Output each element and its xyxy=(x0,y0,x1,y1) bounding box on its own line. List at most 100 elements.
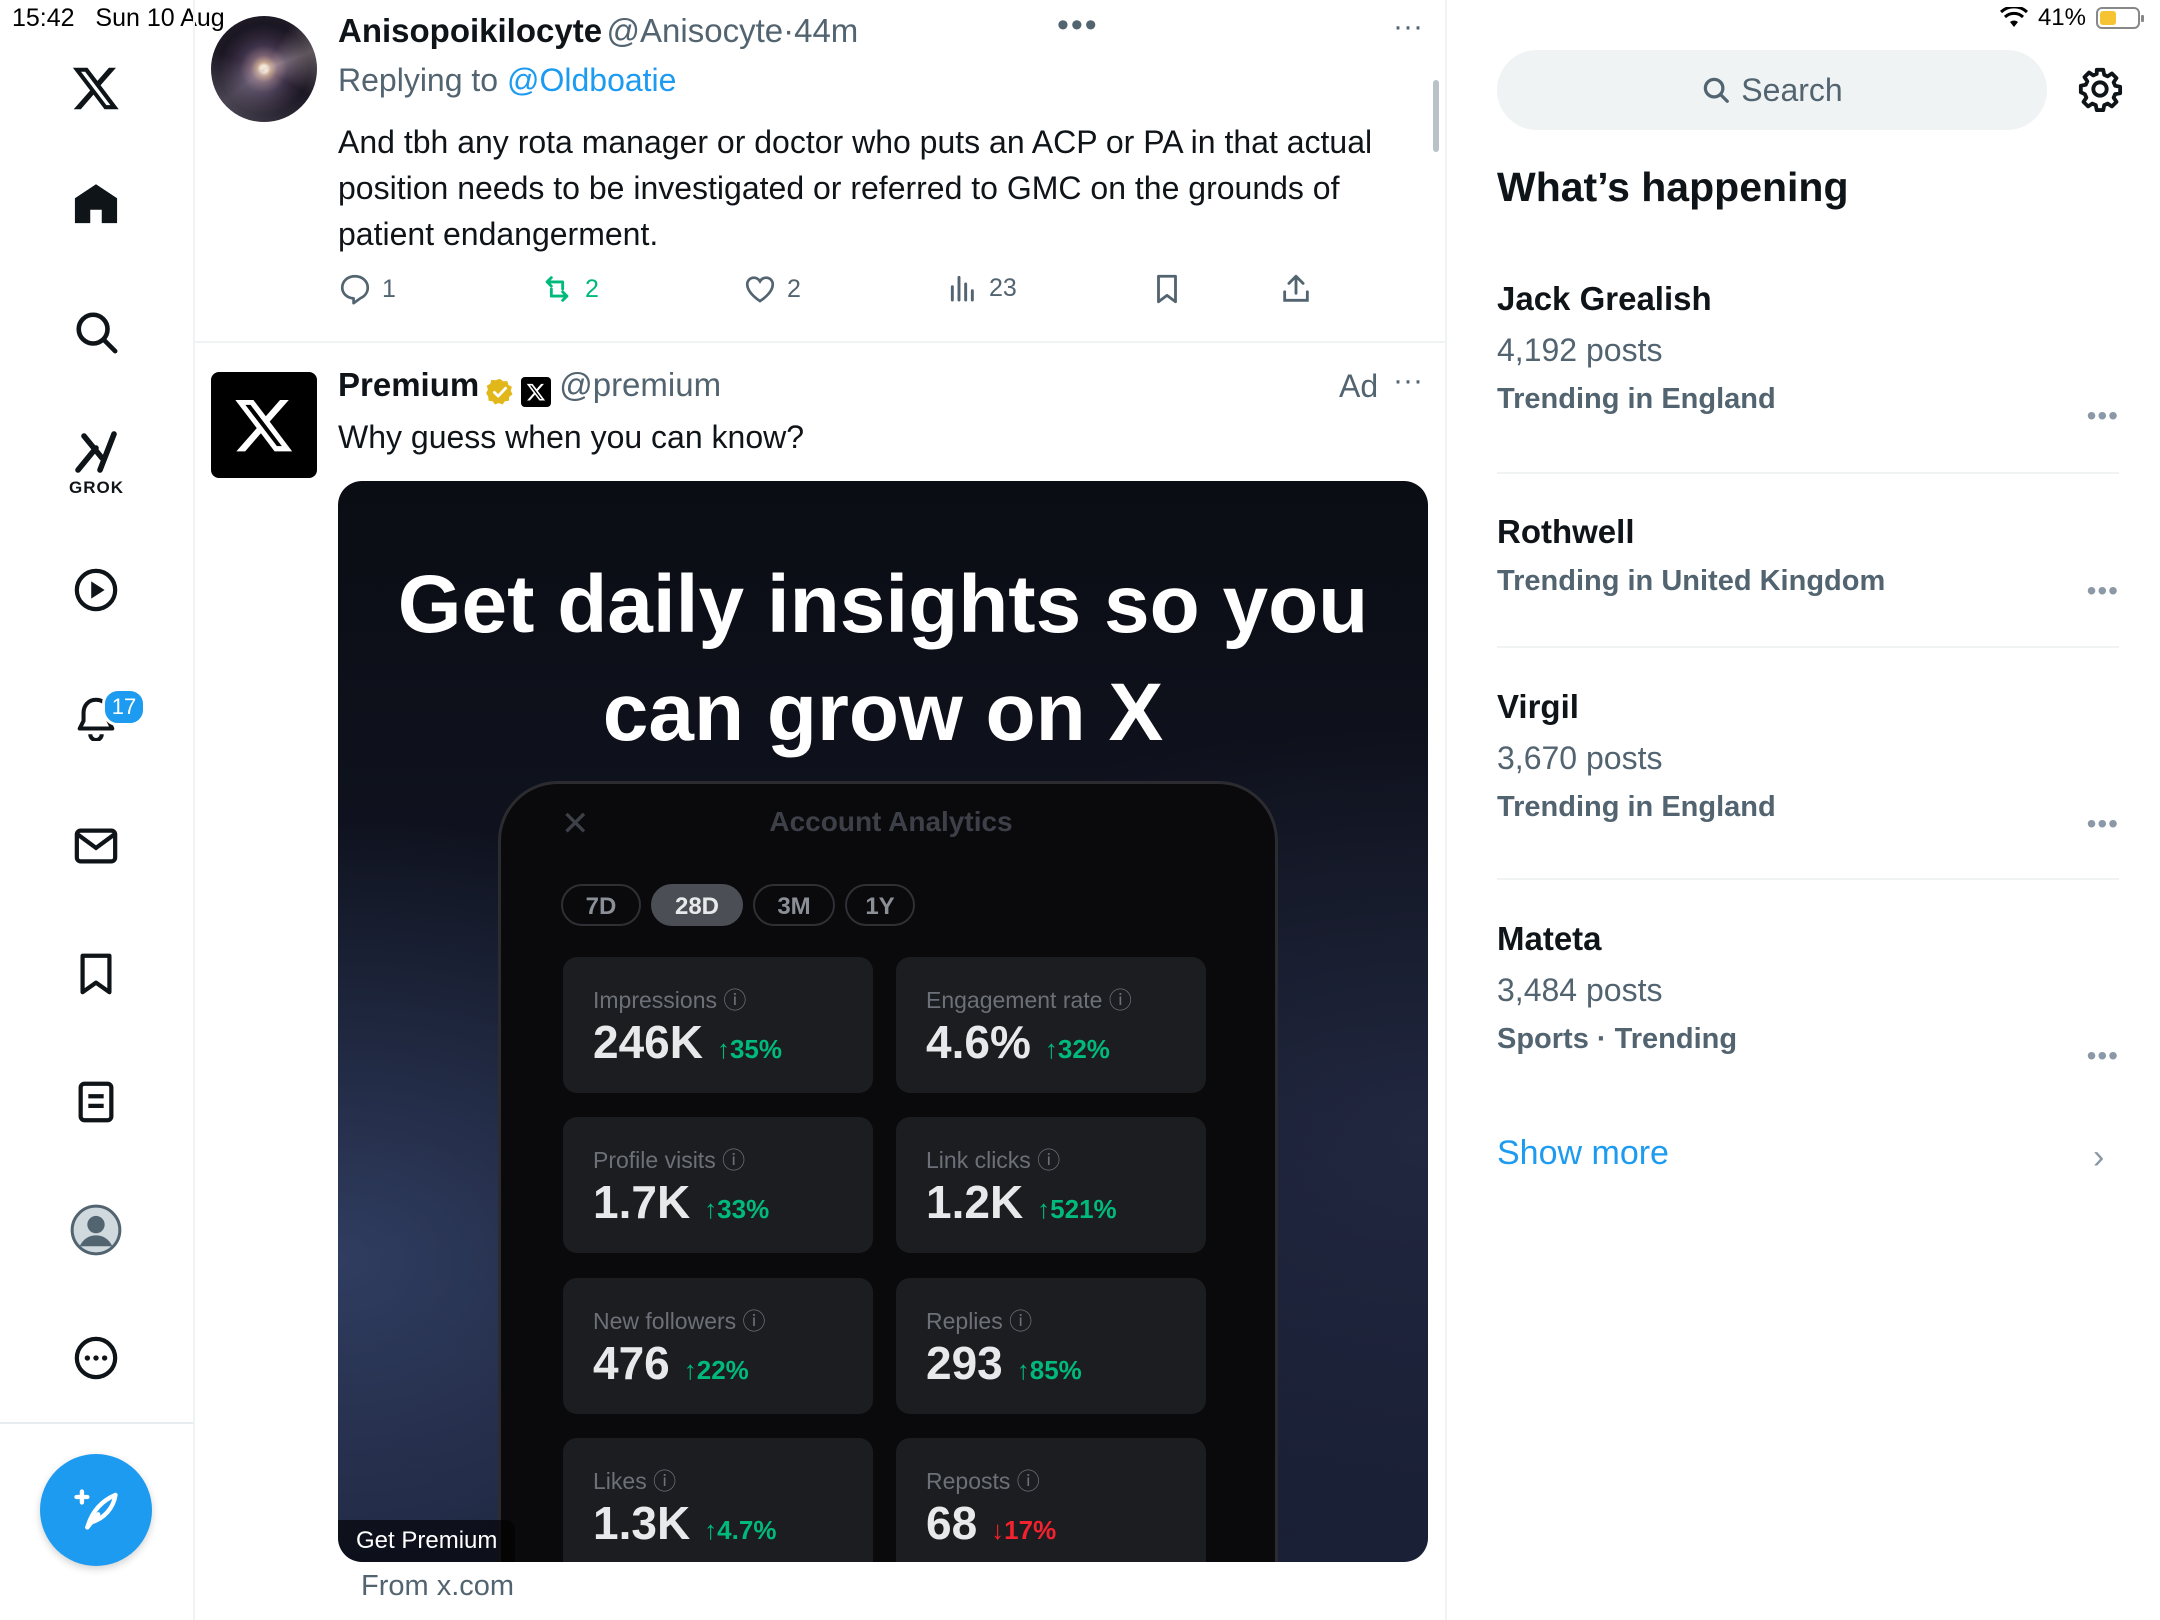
stat-label: Reposts ⓘ xyxy=(926,1468,1040,1494)
stat-tile: Replies ⓘ 293 ↑85% xyxy=(896,1278,1206,1414)
repost-count: 2 xyxy=(585,274,599,303)
trend-title: Virgil xyxy=(1497,688,1579,725)
trend-item[interactable]: Virgil 3,670 posts Trending in England •… xyxy=(1497,688,2119,839)
range-pill: 1Y xyxy=(845,884,915,926)
replying-prefix: Replying to xyxy=(338,62,499,98)
trend-title: Jack Grealish xyxy=(1497,280,1712,317)
replying-handle-link[interactable]: @Oldboatie xyxy=(507,62,676,98)
video-icon[interactable] xyxy=(70,564,122,616)
stat-tile: Likes ⓘ 1.3K ↑4.7% xyxy=(563,1438,873,1562)
trend-more-icon[interactable]: ••• xyxy=(2087,808,2119,840)
feather-plus-icon xyxy=(74,1489,118,1530)
trend-item[interactable]: Rothwell Trending in United Kingdom ••• xyxy=(1497,513,2119,606)
trend-more-icon[interactable]: ••• xyxy=(2087,400,2119,432)
nav-divider xyxy=(0,1422,193,1424)
search-icon[interactable] xyxy=(70,306,122,358)
share-button[interactable] xyxy=(1279,272,1313,306)
x-logo-icon[interactable] xyxy=(70,62,122,114)
get-premium-link[interactable]: Get Premium xyxy=(338,1520,516,1562)
reply-button[interactable]: 1 xyxy=(338,272,396,306)
bookmarks-icon[interactable] xyxy=(70,948,122,1000)
trend-title: Mateta xyxy=(1497,920,1602,957)
grok-label: GROK xyxy=(69,478,124,497)
grok-icon[interactable] xyxy=(70,426,122,478)
section-heading: What’s happening xyxy=(1497,164,1849,210)
notifications-badge: 17 xyxy=(102,688,146,726)
tweet-time[interactable]: 44m xyxy=(794,12,858,49)
stat-label: Link clicks ⓘ xyxy=(926,1147,1061,1173)
stat-label: Profile visits ⓘ xyxy=(593,1147,746,1173)
stat-delta: ↑33% xyxy=(704,1194,770,1224)
stat-tile: Profile visits ⓘ 1.7K ↑33% xyxy=(563,1117,873,1253)
ad-text: Why guess when you can know? xyxy=(338,419,805,455)
panel-title: Account Analytics xyxy=(769,806,1013,837)
trend-item[interactable]: Jack Grealish 4,192 posts Trending in En… xyxy=(1497,280,2119,431)
stat-label: New followers ⓘ xyxy=(593,1308,766,1334)
range-pill-active: 28D xyxy=(651,884,743,926)
settings-gear-icon[interactable] xyxy=(2077,66,2123,112)
more-options-icon[interactable] xyxy=(70,1332,122,1384)
tweet-divider xyxy=(195,341,1445,343)
display-name[interactable]: Anisopoikilocyte xyxy=(338,12,602,49)
search-input[interactable]: Search xyxy=(1497,50,2047,130)
repost-icon xyxy=(545,276,569,302)
trend-item[interactable]: Mateta 3,484 posts Sports · Trending ••• xyxy=(1497,920,2119,1071)
ad-header: Premium @premium xyxy=(338,366,721,407)
stat-delta: ↑22% xyxy=(683,1355,749,1385)
right-sidebar: Search What’s happening Jack Grealish 4,… xyxy=(1447,0,2160,1620)
profile-avatar[interactable] xyxy=(70,1204,122,1256)
bookmark-icon xyxy=(1157,274,1177,304)
verified-badge-icon xyxy=(485,377,515,407)
ad-label: Ad xyxy=(1339,368,1379,404)
compose-post-button[interactable] xyxy=(40,1454,152,1566)
like-count: 2 xyxy=(787,274,801,303)
views-button[interactable]: 23 xyxy=(947,272,1017,304)
trend-posts: 4,192 posts xyxy=(1497,332,1663,368)
stat-delta: ↑35% xyxy=(716,1034,783,1064)
scrollbar[interactable] xyxy=(1433,80,1439,152)
stat-value: 4.6% ↑32% xyxy=(926,1016,1110,1068)
share-icon xyxy=(1283,274,1309,302)
repost-button[interactable]: 2 xyxy=(539,272,599,306)
stat-value: 1.3K ↑4.7% xyxy=(593,1497,777,1549)
display-name[interactable]: Premium xyxy=(338,366,479,403)
trend-posts: 3,670 posts xyxy=(1497,740,1663,776)
stat-label: Likes ⓘ xyxy=(593,1468,677,1494)
stat-tile: New followers ⓘ 476 ↑22% xyxy=(563,1278,873,1414)
handle[interactable]: @Anisocyte xyxy=(607,12,784,49)
ad-headline: Get daily insights so you can grow on X xyxy=(397,559,1369,758)
tweet-more-icon[interactable]: ··· xyxy=(1393,10,1423,44)
ad-media-card[interactable]: Get daily insights so you can grow on X … xyxy=(338,481,1428,1562)
avatar[interactable] xyxy=(211,16,317,122)
handle[interactable]: @premium xyxy=(559,366,721,403)
trend-posts: 3,484 posts xyxy=(1497,972,1663,1008)
trend-title: Rothwell xyxy=(1497,513,1635,550)
x-logo-icon xyxy=(235,399,293,452)
stat-label: Replies ⓘ xyxy=(926,1308,1033,1334)
trend-more-icon[interactable]: ••• xyxy=(2087,1040,2119,1072)
lists-icon[interactable] xyxy=(70,1076,122,1128)
messages-icon[interactable] xyxy=(70,820,122,872)
reply-count: 1 xyxy=(382,274,396,303)
stat-tile: Reposts ⓘ 68 ↓17% xyxy=(896,1438,1206,1562)
home-icon[interactable] xyxy=(70,178,122,230)
stat-value: 246K ↑35% xyxy=(593,1016,783,1068)
replying-to: Replying to @Oldboatie xyxy=(338,62,676,99)
trend-more-icon[interactable]: ••• xyxy=(2087,575,2119,607)
chevron-right-icon: › xyxy=(2093,1138,2105,1176)
stat-tile: Link clicks ⓘ 1.2K ↑521% xyxy=(896,1117,1206,1253)
ad-source[interactable]: From x.com xyxy=(361,1570,514,1603)
show-more-link[interactable]: Show more xyxy=(1497,1134,1669,1173)
trend-context: Trending in United Kingdom xyxy=(1497,565,1886,597)
bookmark-button[interactable] xyxy=(1150,272,1184,306)
view-count: 23 xyxy=(989,273,1017,302)
like-button[interactable]: 2 xyxy=(743,272,801,306)
premium-avatar[interactable] xyxy=(211,372,317,478)
ad-more-icon[interactable]: ··· xyxy=(1393,364,1423,398)
reply-icon xyxy=(340,274,370,305)
stat-value: 68 ↓17% xyxy=(926,1497,1057,1549)
stat-value: 476 ↑22% xyxy=(593,1337,749,1389)
search-placeholder: Search xyxy=(1741,71,1843,108)
x-affiliate-badge-icon xyxy=(521,376,552,407)
stat-delta: ↑4.7% xyxy=(704,1515,777,1545)
